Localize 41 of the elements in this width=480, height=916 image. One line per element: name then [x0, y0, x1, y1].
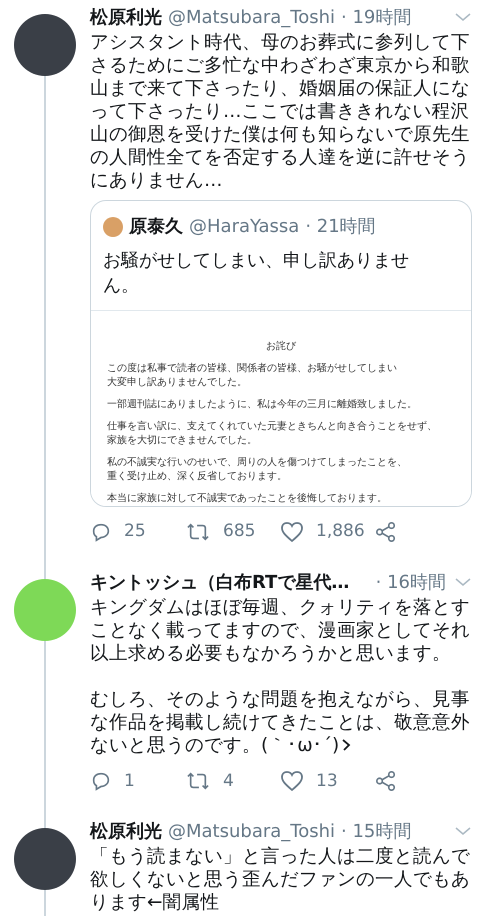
reply-count: 1	[124, 770, 135, 792]
tweet-text: むしろ、そのような問題を抱えながら、見事な作品を掲載し続けてきたことは、敬意意外ないと思うのです。(｀･ω･´)	[90, 688, 471, 756]
document-line: この度は私事で読者の皆様、関係者の皆様、お騒がせしてしまい	[107, 362, 398, 376]
document-line: 仕事を言い訳に、支えてくれていた元妻ときちんと向き合うことをせず、	[107, 420, 438, 434]
tweet-time: · 15時間	[341, 820, 412, 844]
document-line: 本当に家族に対して不誠実であったことを後悔しております。	[107, 492, 388, 506]
quoted-tweet-text: お騒がせしてしまい、申し訳ありません。	[103, 249, 410, 298]
tweet-text: アシスタント時代、母のお葬式に参列して下さるためにご多忙な中わざわざ東京から和歌山まで来て下さったり、婚姻届の保証人になって下さったり…ここでは書ききれない程沢山の御恩を受けた僕は何も知らないで原先生の人間性全てを否定する人達を逆に許せそうにありません…	[90, 31, 471, 192]
quoted-tweet-card[interactable]	[90, 200, 472, 507]
retweet-icon[interactable]	[185, 520, 211, 543]
reply-count: 25	[124, 520, 146, 543]
author-handle: @Matsubara_Toshi	[168, 6, 336, 30]
share-icon[interactable]	[375, 520, 397, 543]
document-line: 大変申し訳ありませんでした。	[107, 376, 248, 390]
author-name: 原泰久	[129, 215, 183, 239]
document-line: 重く受け止め、深く反省しております。	[107, 470, 288, 484]
like-count: 1,886	[316, 520, 365, 543]
retweet-count: 4	[223, 770, 234, 792]
avatar	[103, 216, 123, 236]
author-name: 松原利光	[90, 820, 162, 844]
tweet-text: 「もう読まない」と言った人は二度と読んで欲しくないと思う歪んだファンの一人でもあります←闇属性	[90, 845, 471, 914]
heart-icon[interactable]	[280, 520, 304, 543]
author-handle: @Matsubara_Toshi	[168, 820, 336, 844]
share-icon[interactable]	[375, 770, 397, 792]
document-title: お詫び	[265, 340, 298, 354]
document-line: 私の不誠実な行いのせいで、周りの人を傷つけてしまったことを、	[107, 456, 408, 470]
retweet-count: 685	[223, 520, 256, 543]
heart-icon[interactable]	[280, 770, 304, 792]
author-name: 松原利光	[90, 6, 162, 30]
reply-icon[interactable]	[90, 770, 112, 792]
retweet-icon[interactable]	[185, 770, 211, 792]
tweet-time: · 21時間	[305, 215, 376, 239]
document-line: 家族を大切にできませんでした。	[107, 434, 258, 448]
author-name: キントッシュ（白布RTで星代…	[90, 570, 350, 594]
tweet-text: キングダムはほぼ毎週、クォリティを落とすことなく載ってますので、漫画家としてそれ以上求める必要もなかろうかと思います。	[90, 596, 471, 664]
author-handle: @HaraYassa	[189, 215, 300, 239]
tweet-time: · 16時間	[376, 570, 446, 594]
tweet-time: · 19時間	[341, 6, 412, 30]
salute-icon	[341, 738, 352, 752]
document-line: 一部週刊誌にありましたように、私は今年の三月に離婚致しました。	[107, 398, 418, 412]
like-count: 13	[316, 770, 338, 792]
